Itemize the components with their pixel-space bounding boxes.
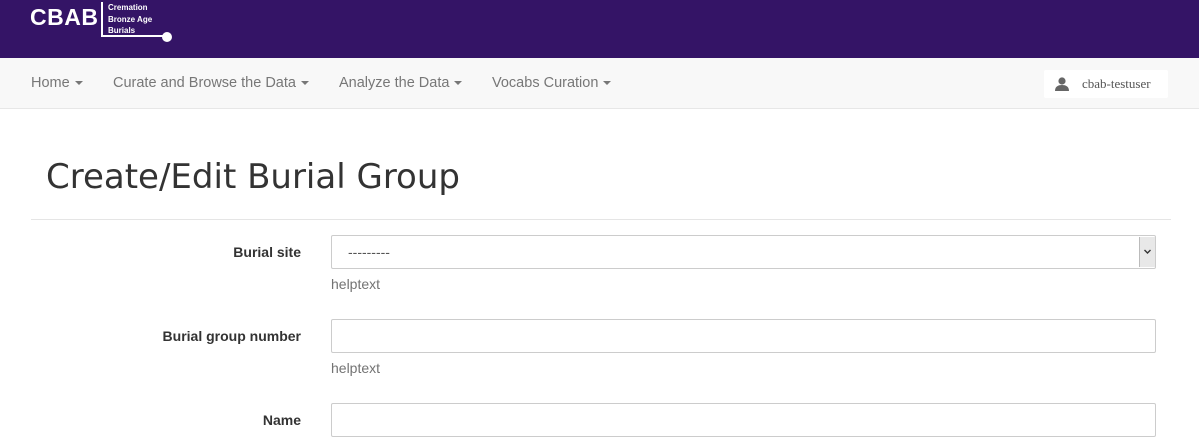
nav-item-label: Vocabs Curation <box>492 75 599 91</box>
nav-item-label: Home <box>31 75 70 91</box>
site-logo[interactable]: CBAB Cremation Bronze Age Burials <box>30 0 180 48</box>
title-divider <box>31 219 1171 220</box>
logo-line: Cremation <box>108 3 148 12</box>
nav-item-curate-browse[interactable]: Curate and Browse the Data <box>113 58 309 108</box>
burial-site-helptext: helptext <box>331 276 381 292</box>
burial-site-selected-value: --------- <box>348 244 390 260</box>
logo-abbreviation: CBAB <box>30 4 99 30</box>
chevron-down-icon <box>1144 249 1151 254</box>
logo-line: Burials <box>108 26 136 35</box>
burial-site-select[interactable]: --------- <box>331 235 1156 269</box>
user-icon <box>1055 77 1069 91</box>
nav-item-home[interactable]: Home <box>31 58 83 108</box>
burial-site-label: Burial site <box>233 244 301 260</box>
name-input[interactable] <box>331 403 1156 437</box>
user-menu[interactable]: cbab-testuser <box>1044 70 1168 98</box>
nav-item-analyze[interactable]: Analyze the Data <box>339 58 463 108</box>
logo-subtitle: Cremation Bronze Age Burials <box>108 2 180 37</box>
username: cbab-testuser <box>1082 76 1151 91</box>
burial-group-number-input[interactable] <box>331 319 1156 353</box>
caret-down-icon <box>454 81 463 86</box>
main-navbar: Home Curate and Browse the Data Analyze … <box>0 58 1199 109</box>
logo-line: Bronze Age <box>108 14 153 24</box>
nav-item-label: Curate and Browse the Data <box>113 75 296 91</box>
caret-down-icon <box>74 81 83 86</box>
burial-group-number-helptext: helptext <box>331 360 381 376</box>
burial-group-number-label: Burial group number <box>162 328 301 344</box>
dropdown-arrow-button[interactable] <box>1139 237 1155 267</box>
page-title: Create/Edit Burial Group <box>46 157 460 197</box>
caret-down-icon <box>603 81 612 86</box>
site-header: CBAB Cremation Bronze Age Burials <box>0 0 1199 58</box>
nav-item-label: Analyze the Data <box>339 75 450 91</box>
name-label: Name <box>262 412 301 428</box>
nav-item-vocabs-curation[interactable]: Vocabs Curation <box>492 58 612 108</box>
caret-down-icon <box>300 81 309 86</box>
